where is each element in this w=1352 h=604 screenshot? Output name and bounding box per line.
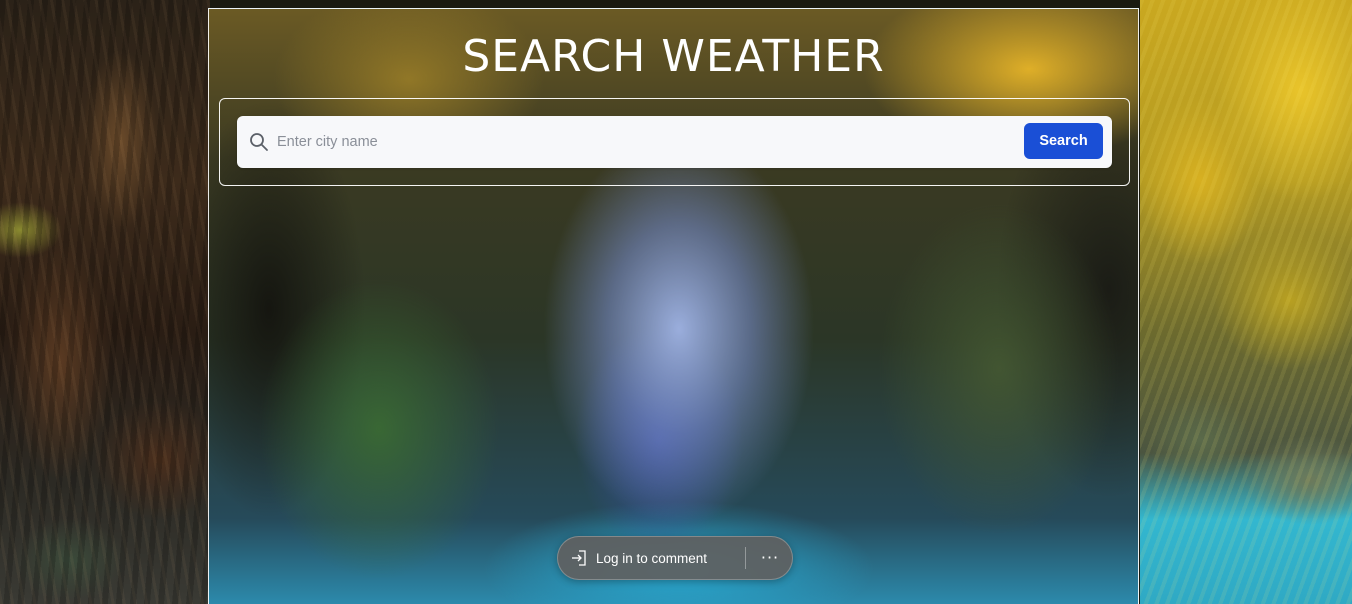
background-left-rock (0, 0, 210, 604)
more-horizontal-icon[interactable]: ··· (756, 545, 784, 571)
login-to-comment-label: Log in to comment (596, 550, 708, 566)
pill-divider (745, 547, 746, 569)
search-button[interactable]: Search (1024, 123, 1103, 159)
login-arrow-icon (572, 550, 586, 566)
search-frame: Search (219, 98, 1130, 186)
search-icon (250, 133, 268, 151)
weather-panel: SEARCH WEATHER Search (208, 8, 1139, 604)
search-bar: Search (237, 116, 1112, 168)
comment-bar: Log in to comment ··· (557, 536, 793, 580)
background-right-trees (1140, 0, 1352, 604)
page-title: SEARCH WEATHER (462, 31, 885, 82)
city-search-input[interactable] (277, 116, 1017, 168)
login-to-comment-button[interactable]: Log in to comment (570, 537, 707, 579)
